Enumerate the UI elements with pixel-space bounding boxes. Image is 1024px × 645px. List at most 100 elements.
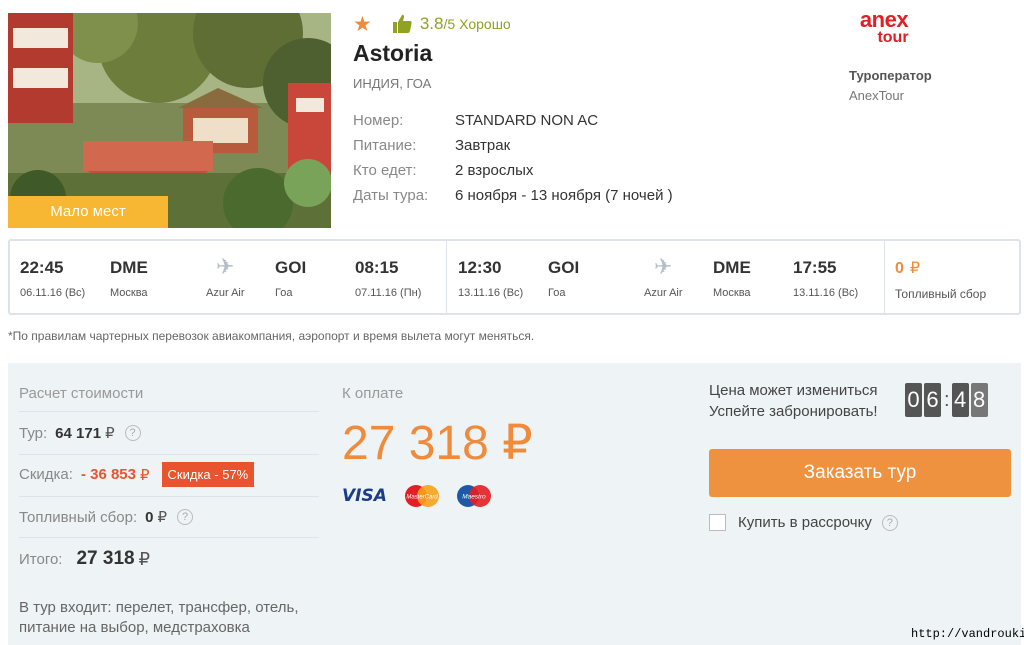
operator-name: AnexTour [849,88,904,103]
departure-time: 22:45 [20,258,64,277]
airport-code: DME [713,258,751,277]
calc-discount-value: - 36 853 [80,466,136,483]
detail-value: STANDARD NON AC [455,112,599,129]
fuel-fee-label: Топливный сбор [895,287,987,301]
tour-includes: В тур входит: перелет, трансфер, отель, … [19,599,299,636]
airport-code: GOI [275,258,307,277]
calc-total-row: Итого: 27 318 ₽ [19,548,150,570]
fuel-fee-amount: 0 ₽ [895,258,920,278]
arrival-date: 07.11.16 (Пн) [355,287,422,299]
city-name: Гоа [275,287,293,299]
ruble-sign: ₽ [157,509,168,526]
departure-time: 12:30 [458,258,502,277]
calc-fuel-value: 0 [145,508,154,526]
price-warning-line1: Цена может измениться [709,382,878,399]
rating-max: /5 [443,16,456,32]
timer-digit: 0 [905,383,922,417]
departure-date: 13.11.16 (Вс) [458,287,524,299]
detail-travelers: Кто едет: 2 взрослых [353,158,673,183]
countdown-timer: 0 6 : 4 8 [905,383,990,417]
payment-cards: VISA MasterCard Maestro [342,484,507,508]
calc-divider [19,496,319,497]
mastercard-text: MasterCard [406,495,438,501]
calc-discount-label: Скидка: [19,466,73,483]
airplane-icon: ✈ [216,254,235,279]
hotel-location: ИНДИЯ, ГОА [353,76,432,91]
payment-amount: 27 318 ₽ [342,417,533,470]
operator-label: Туроператор [849,68,932,83]
mastercard-logo: MasterCard [404,485,439,507]
calc-tour-value: 64 171 [55,424,102,442]
help-icon[interactable]: ? [177,509,194,525]
arrival-time: 08:15 [355,258,399,277]
calc-tour-row: Тур: 64 171 ₽ ? [19,424,141,442]
installment-label[interactable]: Купить в рассрочку [738,514,872,531]
detail-room: Номер: STANDARD NON AC [353,108,673,133]
help-icon[interactable]: ? [881,514,898,531]
rating-row: ★ 3.8 /5 Хорошо [353,12,511,36]
visa-logo: VISA [342,486,387,506]
airline-name: Azur Air [206,287,245,299]
hotel-photo[interactable]: Мало мест [8,13,331,228]
tour-details: Номер: STANDARD NON AC Питание: Завтрак … [353,108,673,208]
airport-code: GOI [548,258,580,277]
calc-fuel-row: Топливный сбор: 0 ₽ ? [19,508,194,526]
calc-divider [19,537,319,538]
detail-dates: Даты тура: 6 ноября - 13 ноября (7 ночей… [353,183,673,208]
calc-total-label: Итого: [19,550,63,568]
calc-title: Расчет стоимости [19,385,144,402]
detail-value: 6 ноября - 13 ноября (7 ночей ) [455,187,673,204]
detail-label: Кто едет: [353,162,417,179]
watermark: http://vandrouki.ru/ [911,627,1024,641]
installment-option[interactable]: Купить в рассрочку ? [709,514,898,531]
detail-meal: Питание: Завтрак [353,133,673,158]
fuel-amount: 0 [895,260,904,277]
logo-text-tour: tour [877,29,909,46]
rating-text: Хорошо [459,16,511,32]
detail-label: Номер: [353,112,404,129]
maestro-logo: Maestro [456,485,491,507]
price-warning: Цена может измениться Успейте заброниров… [709,380,878,422]
help-icon[interactable]: ? [124,425,141,441]
ruble-sign: ₽ [138,548,151,569]
charter-disclaimer: *По правилам чартерных перевозок авиаком… [8,329,535,343]
airline-name: Azur Air [644,287,683,299]
order-tour-button[interactable]: Заказать тур [709,449,1011,497]
price-panel: Расчет стоимости Тур: 64 171 ₽ ? Скидка:… [8,363,1021,645]
calc-divider [19,454,319,455]
price-warning-line2: Успейте забронировать! [709,403,878,420]
arrival-time: 17:55 [793,258,837,277]
flight-bar: 22:45 06.11.16 (Вс) DME Москва ✈ Azur Ai… [8,239,1021,315]
calc-fuel-label: Топливный сбор: [19,508,138,526]
ruble-sign: ₽ [139,466,150,484]
city-name: Гоа [548,287,566,299]
city-name: Москва [110,287,148,299]
fuel-divider [884,241,885,313]
timer-digit: 8 [970,383,988,417]
discount-badge: Скидка - 57% [161,462,255,487]
logo-text-anex: anex [859,7,909,32]
calc-divider [19,411,319,412]
arrival-date: 13.11.16 (Вс) [793,287,859,299]
installment-checkbox[interactable] [709,514,726,531]
flight-divider [446,241,447,313]
timer-digit: 4 [951,383,969,417]
star-icon: ★ [353,12,372,36]
anex-tour-logo: anex tour [851,7,917,50]
city-name: Москва [713,287,751,299]
airplane-icon: ✈ [654,254,673,279]
few-places-badge: Мало мест [8,196,168,228]
hotel-name[interactable]: Astoria [353,40,432,67]
detail-value: Завтрак [455,137,511,154]
airport-code: DME [110,258,148,277]
detail-label: Питание: [353,137,417,154]
ruble-sign: ₽ [909,260,921,277]
rating-score: 3.8 [419,14,444,33]
calc-discount-row: Скидка: - 36 853 ₽ Скидка - 57% [19,462,255,487]
calc-total-value: 27 318 [76,548,135,569]
timer-digit: 6 [924,383,941,417]
thumbs-up-icon [392,14,412,33]
maestro-text: Maestro [462,494,486,501]
payment-title: К оплате [342,385,404,402]
detail-value: 2 взрослых [455,162,534,179]
